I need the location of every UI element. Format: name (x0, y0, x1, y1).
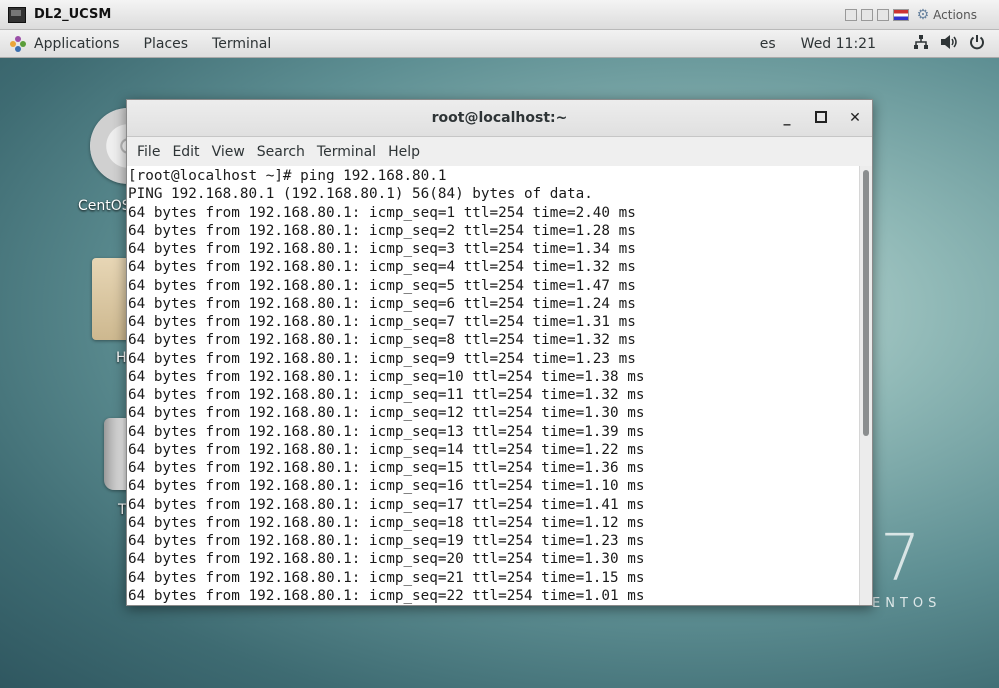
terminal-line: 64 bytes from 192.168.80.1: icmp_seq=8 t… (128, 332, 636, 349)
terminal-menubar: File Edit View Search Terminal Help (127, 137, 872, 167)
menu-search[interactable]: Search (255, 144, 307, 160)
menu-terminal[interactable]: Terminal (315, 144, 378, 160)
terminal-line: 64 bytes from 192.168.80.1: icmp_seq=22 … (128, 587, 645, 604)
terminal-line: 64 bytes from 192.168.80.1: icmp_seq=7 t… (128, 314, 636, 330)
terminal-line: 64 bytes from 192.168.80.1: icmp_seq=6 t… (128, 295, 636, 312)
vm-console-icon (8, 6, 26, 23)
centos-logo-number: 7 (880, 522, 921, 596)
terminal-line: 64 bytes from 192.168.80.1: icmp_seq=3 t… (128, 241, 636, 257)
disc-label: CentOS (78, 198, 131, 214)
vm-minimize-icon[interactable] (844, 9, 857, 21)
keyboard-layout-indicator[interactable]: es (760, 36, 776, 52)
terminal-scrollbar[interactable] (859, 166, 872, 605)
vm-controls: ⚙ Actions (844, 7, 977, 23)
terminal-window: root@localhost:~ _ ✕ File Edit View Sear… (126, 99, 873, 606)
home-folder-label: H (116, 350, 127, 366)
centos-logo-text: ENTOS (872, 596, 942, 611)
terminal-text[interactable]: [root@localhost ~]# ping 192.168.80.1 PIN… (127, 166, 861, 605)
volume-icon[interactable] (939, 34, 959, 54)
power-icon[interactable] (967, 34, 987, 54)
vm-title: DL2_UCSM (34, 7, 112, 22)
maximize-icon (815, 110, 827, 123)
terminal-line: 64 bytes from 192.168.80.1: icmp_seq=15 … (128, 460, 645, 476)
terminal-line: 64 bytes from 192.168.80.1: icmp_seq=12 … (128, 405, 645, 422)
menu-edit[interactable]: Edit (170, 144, 201, 160)
applications-menu[interactable]: Applications (34, 36, 120, 52)
vm-actions-menu[interactable]: Actions (933, 8, 977, 22)
scrollbar-thumb[interactable] (863, 170, 869, 436)
terminal-line: 64 bytes from 192.168.80.1: icmp_seq=11 … (128, 387, 645, 403)
terminal-title: root@localhost:~ (431, 110, 568, 126)
applications-icon (10, 35, 26, 52)
terminal-line: 64 bytes from 192.168.80.1: icmp_seq=16 … (128, 478, 645, 495)
terminal-line: 64 bytes from 192.168.80.1: icmp_seq=4 t… (128, 259, 636, 276)
terminal-line: 64 bytes from 192.168.80.1: icmp_seq=1 t… (128, 204, 636, 221)
terminal-line: 64 bytes from 192.168.80.1: icmp_seq=2 t… (128, 222, 636, 239)
places-menu[interactable]: Places (144, 36, 189, 52)
network-icon[interactable] (911, 34, 931, 54)
terminal-line: PING 192.168.80.1 (192.168.80.1) 56(84) … (128, 186, 593, 203)
terminal-line: 64 bytes from 192.168.80.1: icmp_seq=18 … (128, 514, 645, 531)
terminal-line: 64 bytes from 192.168.80.1: icmp_seq=19 … (128, 533, 645, 549)
panel-status-area: es Wed 11:21 (760, 30, 987, 57)
terminal-line: 64 bytes from 192.168.80.1: icmp_seq=5 t… (128, 277, 636, 294)
vm-title-bar: DL2_UCSM ⚙ Actions (0, 0, 999, 30)
terminal-output[interactable]: [root@localhost ~]# ping 192.168.80.1 PIN… (127, 166, 861, 605)
terminal-line: [root@localhost ~]# ping 192.168.80.1 (128, 168, 447, 184)
vm-restore-icon[interactable] (860, 9, 873, 21)
gear-icon[interactable]: ⚙ (917, 7, 930, 23)
menu-file[interactable]: File (135, 144, 162, 160)
terminal-line: 64 bytes from 192.168.80.1: icmp_seq=21 … (128, 569, 645, 586)
terminal-line: 64 bytes from 192.168.80.1: icmp_seq=10 … (128, 368, 645, 385)
terminal-line: 64 bytes from 192.168.80.1: icmp_seq=20 … (128, 551, 645, 568)
menu-help[interactable]: Help (386, 144, 422, 160)
clock[interactable]: Wed 11:21 (801, 36, 876, 52)
menu-view[interactable]: View (210, 144, 247, 160)
terminal-app-menu[interactable]: Terminal (212, 36, 271, 52)
minimize-button[interactable]: _ (777, 108, 797, 128)
vm-fullscreen-icon[interactable] (876, 9, 889, 21)
maximize-button[interactable] (811, 108, 831, 128)
top-panel: Applications Places Terminal es Wed 11:2… (0, 30, 999, 58)
close-button[interactable]: ✕ (845, 108, 865, 128)
terminal-line: 64 bytes from 192.168.80.1: icmp_seq=14 … (128, 441, 645, 458)
terminal-line: 64 bytes from 192.168.80.1: icmp_seq=17 … (128, 496, 645, 513)
terminal-line: 64 bytes from 192.168.80.1: icmp_seq=9 t… (128, 350, 636, 367)
terminal-line: 64 bytes from 192.168.80.1: icmp_seq=13 … (128, 423, 645, 440)
terminal-titlebar[interactable]: root@localhost:~ _ ✕ (127, 100, 872, 137)
keyboard-flag-icon[interactable] (892, 9, 909, 21)
